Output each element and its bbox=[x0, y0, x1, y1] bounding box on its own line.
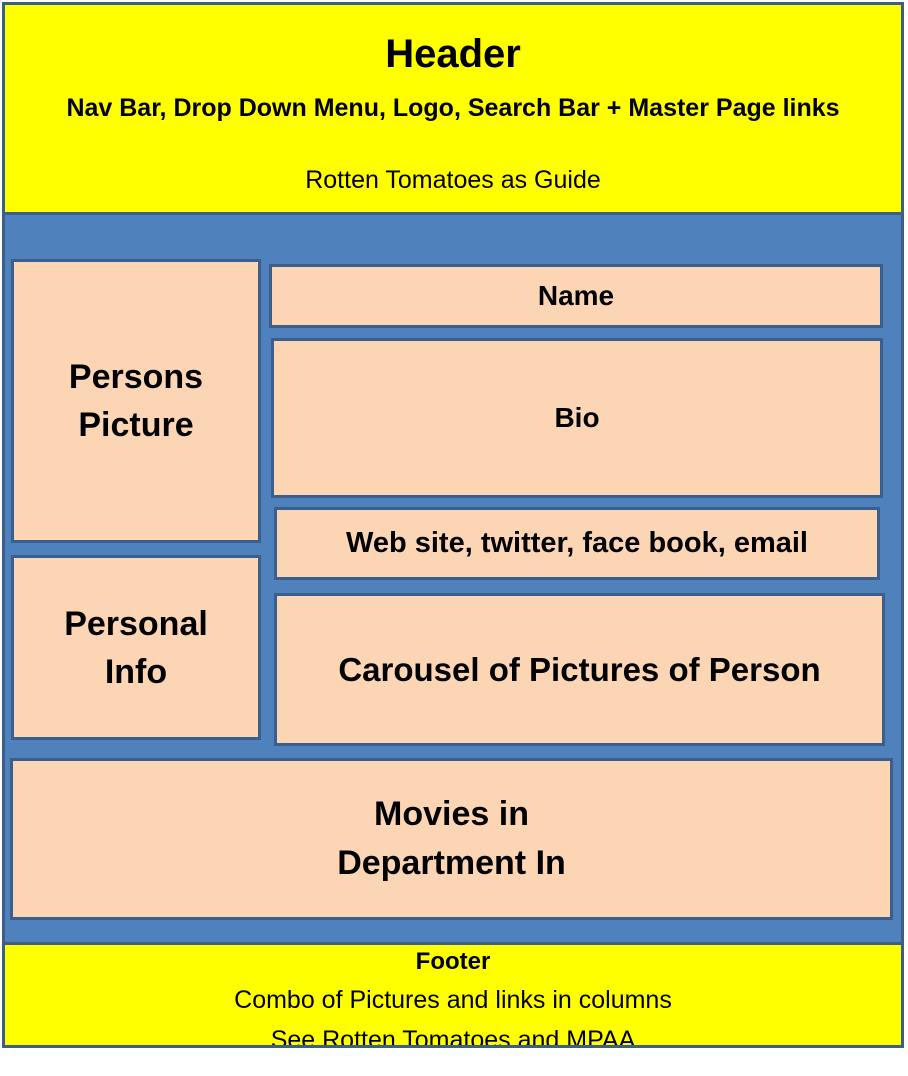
carousel-box: Carousel of Pictures of Person bbox=[274, 593, 885, 746]
personal-info-label: Personal Info bbox=[64, 604, 208, 691]
persons-picture-box: Persons Picture bbox=[11, 259, 261, 543]
footer-block: Footer Combo of Pictures and links in co… bbox=[5, 942, 901, 1045]
social-links-label: Web site, twitter, face book, email bbox=[346, 527, 808, 559]
movies-box: Movies in Department In bbox=[10, 758, 893, 920]
social-links-box: Web site, twitter, face book, email bbox=[274, 507, 880, 580]
header-subtitle: Nav Bar, Drop Down Menu, Logo, Search Ba… bbox=[66, 94, 840, 122]
bio-label: Bio bbox=[554, 402, 600, 433]
persons-picture-label: Persons Picture bbox=[68, 358, 204, 444]
name-label: Name bbox=[537, 280, 615, 311]
header-note: Rotten Tomatoes as Guide bbox=[305, 166, 601, 194]
bio-box: Bio bbox=[271, 338, 883, 498]
footer-line-1: Combo of Pictures and links in columns bbox=[234, 986, 672, 1014]
personal-info-box: Personal Info bbox=[11, 555, 261, 740]
page-wireframe: Header Nav Bar, Drop Down Menu, Logo, Se… bbox=[2, 2, 904, 1048]
name-box: Name bbox=[269, 264, 883, 328]
footer-title: Footer bbox=[415, 948, 491, 975]
carousel-label: Carousel of Pictures of Person bbox=[338, 650, 821, 688]
header-title: Header bbox=[385, 32, 521, 76]
movies-label: Movies in Department In bbox=[337, 795, 566, 882]
footer-line-2: See Rotten Tomatoes and MPAA bbox=[270, 1026, 636, 1045]
header-block: Header Nav Bar, Drop Down Menu, Logo, Se… bbox=[5, 5, 901, 215]
